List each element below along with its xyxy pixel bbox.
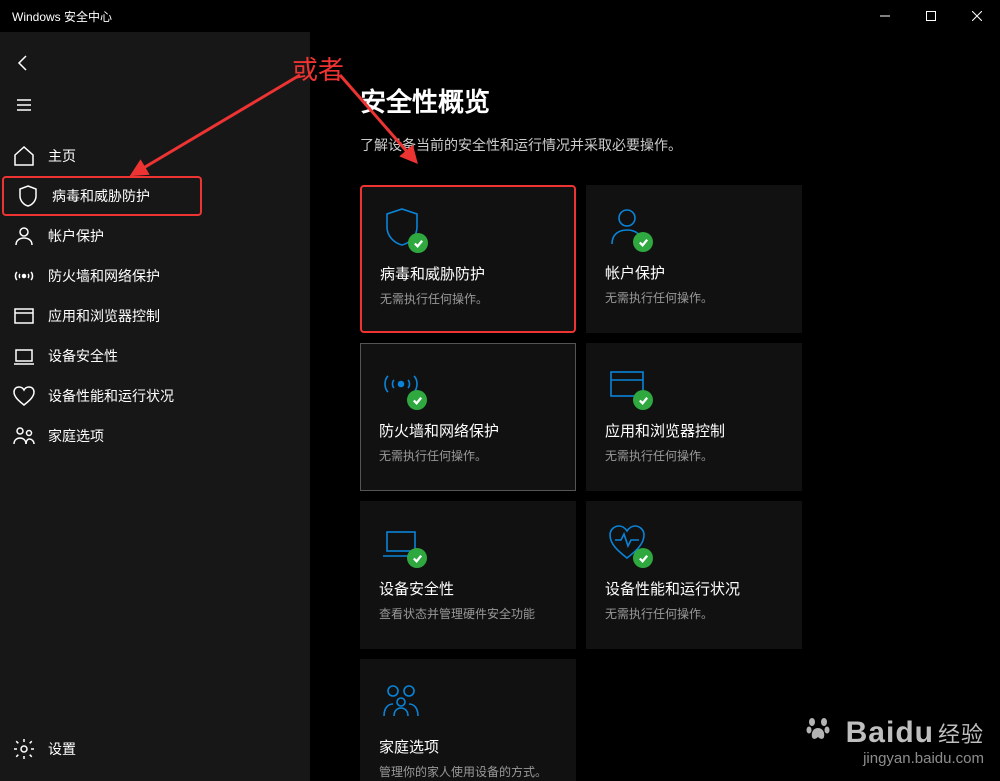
hamburger-button[interactable] — [0, 84, 48, 126]
tile-title: 应用和浏览器控制 — [605, 420, 783, 441]
tile-desc: 管理你的家人使用设备的方式。 — [379, 763, 557, 780]
person-icon — [605, 204, 649, 248]
gear-icon — [12, 737, 36, 761]
check-badge-icon — [633, 548, 653, 568]
tile-grid: 病毒和威胁防护 无需执行任何操作。 帐户保护 无需执行任何操作。 防火墙和网络保… — [360, 185, 1000, 781]
nav-settings[interactable]: 设置 — [0, 729, 310, 769]
back-button[interactable] — [0, 42, 48, 84]
window-icon — [12, 304, 36, 328]
tile-desc: 无需执行任何操作。 — [605, 605, 783, 622]
tile-title: 家庭选项 — [379, 736, 557, 757]
nav-label: 设置 — [48, 739, 76, 759]
tile-desc: 无需执行任何操作。 — [605, 289, 783, 306]
nav-family[interactable]: 家庭选项 — [0, 416, 310, 456]
minimize-button[interactable] — [862, 0, 908, 32]
tile-desc: 查看状态并管理硬件安全功能 — [379, 605, 557, 622]
tile-title: 防火墙和网络保护 — [379, 420, 557, 441]
sidebar: 主页 病毒和威胁防护 帐户保护 防火墙和网络保护 应用和浏览器控制 设备安全性 — [0, 32, 310, 781]
nav-label: 防火墙和网络保护 — [48, 266, 160, 286]
device-icon — [12, 344, 36, 368]
tile-desc: 无需执行任何操作。 — [380, 290, 556, 307]
close-button[interactable] — [954, 0, 1000, 32]
tile-title: 设备安全性 — [379, 578, 557, 599]
nav-device-security[interactable]: 设备安全性 — [0, 336, 310, 376]
broadcast-icon — [12, 264, 36, 288]
nav-app-browser[interactable]: 应用和浏览器控制 — [0, 296, 310, 336]
nav-label: 应用和浏览器控制 — [48, 306, 160, 326]
tile-title: 病毒和威胁防护 — [380, 263, 556, 284]
tile-desc: 无需执行任何操作。 — [605, 447, 783, 464]
titlebar: Windows 安全中心 — [0, 0, 1000, 32]
tile-app-browser[interactable]: 应用和浏览器控制 无需执行任何操作。 — [586, 343, 802, 491]
nav-label: 设备性能和运行状况 — [48, 386, 174, 406]
nav-label: 病毒和威胁防护 — [52, 186, 150, 206]
nav-firewall[interactable]: 防火墙和网络保护 — [0, 256, 310, 296]
page-subtitle: 了解设备当前的安全性和运行情况并采取必要操作。 — [360, 135, 1000, 155]
check-badge-icon — [633, 390, 653, 410]
maximize-button[interactable] — [908, 0, 954, 32]
tile-virus-threat[interactable]: 病毒和威胁防护 无需执行任何操作。 — [360, 185, 576, 333]
nav-label: 帐户保护 — [48, 226, 104, 246]
shield-icon — [16, 184, 40, 208]
heart-pulse-icon — [605, 520, 649, 564]
check-badge-icon — [407, 548, 427, 568]
check-badge-icon — [407, 390, 427, 410]
family-icon — [379, 678, 423, 722]
tile-family[interactable]: 家庭选项 管理你的家人使用设备的方式。 — [360, 659, 576, 781]
heart-icon — [12, 384, 36, 408]
nav-label: 家庭选项 — [48, 426, 104, 446]
family-icon — [12, 424, 36, 448]
nav-label: 主页 — [48, 146, 76, 166]
broadcast-icon — [379, 362, 423, 406]
tile-account-protection[interactable]: 帐户保护 无需执行任何操作。 — [586, 185, 802, 333]
home-icon — [12, 144, 36, 168]
person-icon — [12, 224, 36, 248]
tile-title: 设备性能和运行状况 — [605, 578, 783, 599]
nav-account-protection[interactable]: 帐户保护 — [0, 216, 310, 256]
nav-list: 主页 病毒和威胁防护 帐户保护 防火墙和网络保护 应用和浏览器控制 设备安全性 — [0, 126, 310, 729]
window-controls — [862, 0, 1000, 32]
check-badge-icon — [633, 232, 653, 252]
nav-label: 设备安全性 — [48, 346, 118, 366]
tile-device-security[interactable]: 设备安全性 查看状态并管理硬件安全功能 — [360, 501, 576, 649]
tile-device-health[interactable]: 设备性能和运行状况 无需执行任何操作。 — [586, 501, 802, 649]
tile-desc: 无需执行任何操作。 — [379, 447, 557, 464]
page-title: 安全性概览 — [360, 82, 1000, 119]
main-content: 安全性概览 了解设备当前的安全性和运行情况并采取必要操作。 病毒和威胁防护 无需… — [310, 32, 1000, 781]
window-icon — [605, 362, 649, 406]
nav-device-health[interactable]: 设备性能和运行状况 — [0, 376, 310, 416]
device-icon — [379, 520, 423, 564]
tile-firewall[interactable]: 防火墙和网络保护 无需执行任何操作。 — [360, 343, 576, 491]
shield-icon — [380, 205, 424, 249]
tile-title: 帐户保护 — [605, 262, 783, 283]
check-badge-icon — [408, 233, 428, 253]
window-title: Windows 安全中心 — [12, 8, 112, 25]
nav-home[interactable]: 主页 — [0, 136, 310, 176]
nav-virus-threat[interactable]: 病毒和威胁防护 — [2, 176, 202, 216]
